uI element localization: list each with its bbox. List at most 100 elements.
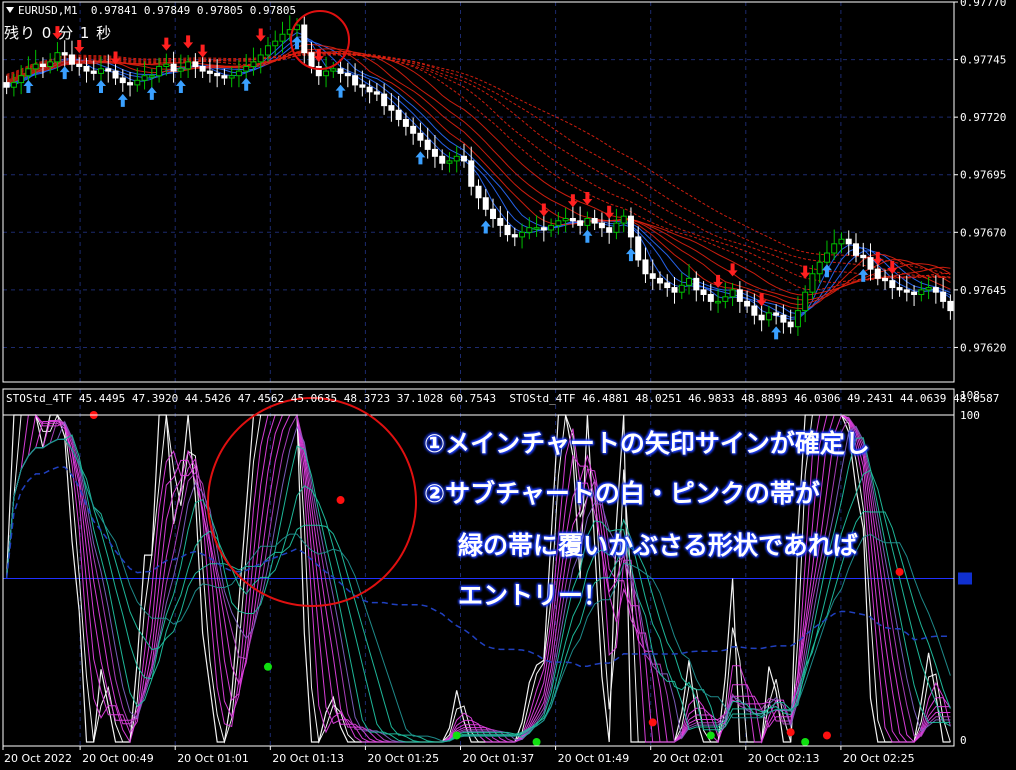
candle-body	[402, 118, 409, 127]
candle-body	[148, 75, 155, 78]
up-arrow-icon	[582, 229, 593, 243]
up-arrow-icon	[771, 326, 782, 340]
candle-body	[932, 287, 939, 293]
candle-body	[431, 148, 438, 157]
candle-body	[98, 68, 105, 74]
candle-body	[693, 277, 700, 291]
indicator-values-1: STOStd_4TF 45.4495 47.3920 44.5426 47.45…	[6, 392, 497, 405]
candle-body	[453, 155, 460, 162]
red-signal-dot	[336, 496, 345, 505]
green-signal-dot	[263, 662, 272, 671]
ma-line	[6, 52, 951, 278]
candle-body	[468, 160, 475, 187]
candle-body	[330, 68, 337, 72]
red-signal-dot	[822, 731, 831, 740]
candle-body	[47, 61, 54, 67]
candle-body	[177, 68, 184, 72]
candle-body	[373, 91, 380, 95]
down-arrow-icon	[713, 274, 724, 288]
candle-body	[642, 259, 649, 275]
ohlc-values: 0.97841 0.97849 0.97805 0.97805	[90, 4, 297, 17]
candle-body	[257, 54, 264, 63]
candle-body	[127, 82, 134, 86]
candle-body	[105, 68, 112, 72]
candle-body	[787, 321, 794, 328]
candle-body	[395, 109, 402, 120]
chart-canvas: 0.97770 0.97745 0.97720 0.97695 0.97670 0.976…	[2, 0, 1006, 765]
candle-body	[780, 314, 787, 323]
level-50-marker	[958, 572, 972, 585]
candle-body	[656, 277, 663, 284]
annotation-line-1: ①メインチャートの矢印サインが確定し	[424, 429, 870, 458]
price-label: 0.97720	[960, 111, 1006, 124]
candle-body	[584, 217, 591, 226]
sub-scale-label: 0	[960, 734, 967, 747]
candle-body	[228, 75, 235, 79]
candle-body	[54, 52, 61, 63]
up-arrow-icon	[625, 248, 636, 262]
candle-body	[548, 224, 555, 231]
time-label: 20 Oct 01:25	[367, 752, 439, 765]
candle-body	[555, 220, 562, 226]
candle-body	[39, 63, 46, 67]
candle-body	[119, 77, 126, 84]
green-signal-dot	[801, 738, 810, 746]
candle-body	[613, 222, 620, 233]
candle-body	[243, 65, 250, 72]
time-label: 20 Oct 01:49	[558, 752, 630, 765]
time-label: 20 Oct 02:25	[843, 752, 915, 765]
candle-body	[185, 61, 192, 70]
candle-body	[751, 305, 758, 316]
price-label: 0.97770	[960, 0, 1006, 9]
candle-body	[533, 227, 540, 230]
candle-body	[170, 63, 177, 72]
up-arrow-icon	[292, 36, 303, 50]
candle-body	[439, 155, 446, 164]
candle-body	[337, 68, 344, 74]
candle-body	[620, 215, 627, 224]
down-arrow-icon	[727, 263, 738, 277]
time-label: 20 Oct 00:49	[82, 752, 154, 765]
ma-line	[6, 31, 951, 320]
ma-line	[6, 53, 951, 284]
up-arrow-icon	[146, 86, 157, 100]
candle-body	[272, 40, 279, 47]
candle-body	[867, 257, 874, 270]
annotation-line-2: ②サブチャートの白・ピンクの帯が	[424, 479, 820, 508]
up-arrow-icon	[335, 84, 346, 98]
candle-body	[758, 314, 765, 321]
up-arrow-icon	[480, 220, 491, 234]
down-arrow-icon	[197, 44, 208, 58]
candle-body	[490, 208, 497, 219]
time-label: 20 Oct 01:01	[177, 752, 249, 765]
up-arrow-icon	[23, 80, 34, 93]
up-arrow-icon	[59, 66, 70, 80]
ma-ribbons	[6, 31, 951, 320]
candle-body	[882, 277, 889, 282]
candle-body	[671, 287, 678, 293]
candle-body	[134, 79, 141, 86]
sub-scale-label: 100	[960, 409, 980, 422]
candle-body	[366, 86, 373, 93]
candle-body	[112, 70, 119, 79]
candle-body	[83, 65, 90, 72]
dropdown-triangle-icon[interactable]	[6, 7, 14, 13]
candle-body	[700, 289, 707, 295]
candle-body	[359, 84, 366, 88]
down-arrow-icon	[604, 205, 615, 219]
time-label: 20 Oct 01:37	[463, 752, 535, 765]
candle-body	[446, 160, 453, 164]
time-label: 20 Oct 2022	[4, 752, 72, 765]
red-signal-dot	[786, 728, 795, 737]
candle-body	[598, 222, 605, 229]
candle-body	[3, 82, 10, 88]
candle-body	[911, 291, 918, 295]
candle-body	[417, 132, 424, 141]
candle-body	[250, 61, 257, 67]
ma-line	[6, 48, 951, 306]
green-signal-dot	[706, 731, 715, 740]
down-arrow-icon	[183, 35, 194, 49]
bar-timer: 残り 0 分 1 秒	[4, 24, 113, 42]
candle-body	[577, 220, 584, 226]
up-arrow-icon	[96, 80, 107, 93]
